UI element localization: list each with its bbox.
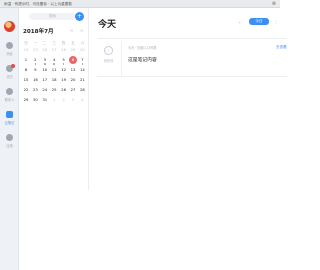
today-button[interactable]: 今日 bbox=[249, 18, 269, 25]
day-number: 4 bbox=[81, 97, 84, 102]
weekday-header: 日一二三四五六 bbox=[19, 41, 89, 45]
status-label: 待完成 bbox=[103, 59, 114, 63]
note-body: 这是笔记内容 bbox=[128, 58, 157, 63]
main-content: 今天 ⌄ 今日 ⋮ ✓ 待完成 今天 · 回到入口列表 这是笔记内容 去查看 bbox=[90, 8, 287, 270]
sidebar-item-calendar[interactable]: 日历 bbox=[0, 63, 19, 83]
day-number: 14 bbox=[79, 67, 85, 72]
sidebar-item-label: 消息 bbox=[6, 52, 13, 56]
search-input[interactable]: 搜索 bbox=[29, 13, 76, 20]
page-title: 今天 bbox=[98, 20, 117, 30]
month-title: 2018年7月 bbox=[23, 29, 54, 35]
window-title: 雨温 · 有提示时，可设置标 · 以上为重要数 bbox=[4, 2, 72, 6]
check-circle-icon[interactable]: ✓ bbox=[104, 46, 113, 55]
apps-icon bbox=[6, 134, 13, 141]
sidebar-item-messages[interactable]: 消息 bbox=[0, 40, 19, 60]
sidebar-item-label: 联系人 bbox=[4, 98, 15, 102]
event-dot bbox=[62, 63, 65, 65]
weekday-label: 六 bbox=[80, 41, 85, 45]
next-month-button[interactable]: > bbox=[80, 28, 83, 33]
note-link[interactable]: 去查看 bbox=[276, 45, 287, 50]
note-icon bbox=[6, 111, 13, 118]
chat-bubble-icon bbox=[6, 42, 13, 49]
day-number: 7 bbox=[81, 57, 84, 62]
day-number: 21 bbox=[79, 77, 85, 82]
day-number: 30 bbox=[79, 47, 85, 52]
calendar-day[interactable]: 28 bbox=[77, 88, 87, 97]
note-card[interactable]: ✓ 待完成 今天 · 回到入口列表 这是笔记内容 去查看 bbox=[97, 38, 287, 77]
note-meta: 今天 · 回到入口列表 bbox=[128, 46, 157, 50]
divider bbox=[121, 41, 122, 76]
more-icon[interactable]: ⋮ bbox=[274, 19, 278, 24]
sidebar-item-apps[interactable]: 应用 bbox=[0, 132, 19, 152]
calendar-day[interactable]: 4 bbox=[77, 98, 87, 107]
search-placeholder: 搜索 bbox=[48, 14, 57, 18]
day-number: 6 bbox=[69, 56, 77, 64]
prev-month-button[interactable]: < bbox=[70, 28, 73, 33]
calendar-day[interactable]: 30 bbox=[77, 48, 87, 57]
calendar-day[interactable]: 7 bbox=[77, 58, 87, 67]
day-number: 28 bbox=[79, 87, 85, 92]
calendar-panel: 搜索 + < > 2018年7月 日一二三四五六 24 25 26 27 28 29 30 1… bbox=[19, 8, 89, 190]
calendar-day[interactable]: 21 bbox=[77, 78, 87, 87]
sidebar-item-notes[interactable]: 云笔记 bbox=[0, 109, 19, 129]
contacts-icon bbox=[6, 88, 13, 95]
add-button[interactable]: + bbox=[75, 12, 84, 21]
sidebar-item-contacts[interactable]: 联系人 bbox=[0, 86, 19, 106]
window-title-bar: 雨温 · 有提示时，可设置标 · 以上为重要数 ⊗ bbox=[0, 0, 280, 8]
event-dot bbox=[43, 63, 46, 65]
event-dot bbox=[53, 63, 55, 65]
avatar[interactable] bbox=[4, 21, 15, 32]
sidebar: 消息 日历 联系人 云笔记 应用 bbox=[0, 8, 19, 270]
notification-badge bbox=[11, 64, 15, 68]
sidebar-item-label: 应用 bbox=[6, 144, 13, 148]
sidebar-item-label: 云笔记 bbox=[4, 121, 15, 125]
chevron-down-icon[interactable]: ⌄ bbox=[238, 19, 241, 24]
close-icon[interactable]: ⊗ bbox=[272, 0, 276, 8]
sidebar-item-label: 日历 bbox=[6, 75, 13, 79]
event-dot bbox=[34, 63, 37, 65]
calendar-day[interactable]: 14 bbox=[77, 68, 87, 77]
event-dot bbox=[81, 63, 84, 65]
